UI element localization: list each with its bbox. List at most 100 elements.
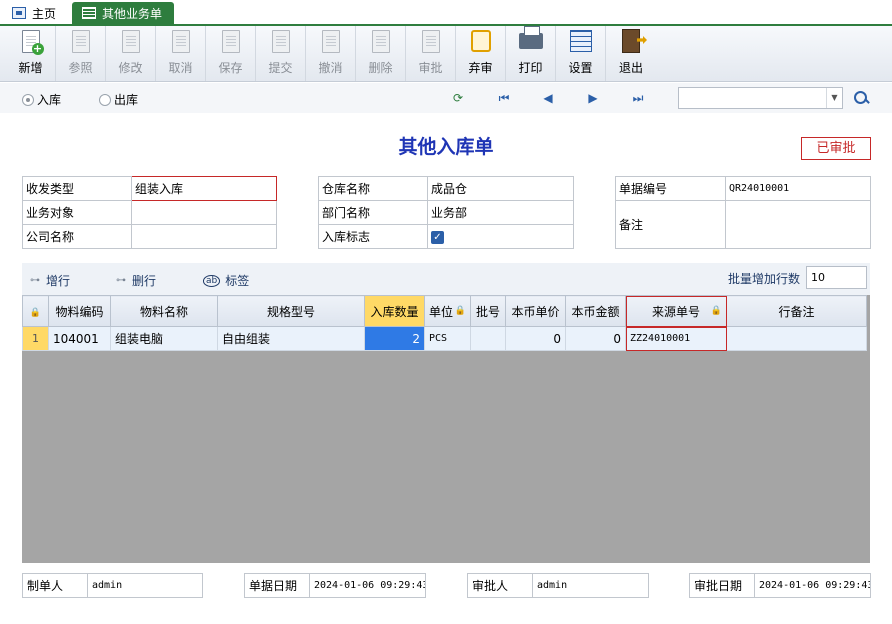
search-icon[interactable] [852, 89, 870, 107]
tag-button[interactable]: ab 标签 [203, 272, 249, 289]
edit-button[interactable]: 修改 [106, 26, 156, 81]
new-doc-icon: + [18, 27, 44, 55]
warehouse-label: 仓库名称 [318, 176, 428, 201]
department-label: 部门名称 [318, 200, 428, 225]
tag-icon: ab [203, 274, 221, 287]
first-record-icon[interactable]: ⏮ [496, 90, 512, 106]
col-amount[interactable]: 本币金额 [565, 295, 626, 327]
company-name-field[interactable] [131, 224, 277, 249]
receive-type-label: 收发类型 [22, 176, 132, 201]
home-icon [12, 7, 26, 19]
radio-out-label: 出库 [114, 93, 139, 107]
delete-button[interactable]: 删除 [356, 26, 406, 81]
chevron-down-icon[interactable]: ▼ [826, 88, 842, 108]
grid-header-row: 🔒 物料编码 物料名称 规格型号 入库数量 单位 🔒 批号 本币单价 本币金额 来… [22, 295, 867, 327]
receive-type-field[interactable]: 组装入库 [131, 176, 277, 201]
print-icon [518, 26, 544, 55]
table-row[interactable]: 1 104001 组装电脑 自由组装 2 PCS 0 0 ZZ24010001 [22, 326, 867, 351]
submit-button[interactable]: 提交 [256, 26, 306, 81]
row-selector-header[interactable]: 🔒 [22, 295, 49, 327]
maker-label: 制单人 [22, 573, 88, 598]
lock-icon: 🔒 [710, 306, 722, 316]
delete-row-label: 删行 [132, 274, 157, 288]
doc-number-label: 单据编号 [615, 176, 726, 201]
delete-row-button[interactable]: ⊶ 删行 [116, 272, 156, 289]
new-button[interactable]: + 新增 [6, 26, 56, 81]
col-unit-label: 单位 [429, 304, 454, 319]
warehouse-field[interactable]: 成品仓 [427, 176, 574, 201]
tag-label: 标签 [225, 274, 250, 288]
cancel-icon [168, 27, 194, 55]
save-icon [218, 27, 244, 55]
cell-batch[interactable] [470, 326, 506, 351]
approver-field: admin [532, 573, 649, 598]
cancel-button[interactable]: 取消 [156, 26, 206, 81]
refresh-icon[interactable]: ⟳ [450, 90, 466, 106]
page-title: 其他入库单 [398, 136, 494, 158]
add-row-label: 增行 [46, 274, 71, 288]
radio-out[interactable]: 出库 [99, 91, 138, 108]
cell-unit-price[interactable]: 0 [505, 326, 566, 351]
inbound-flag-cell: ✓ [427, 224, 574, 249]
doc-number-field[interactable]: QR24010001 [725, 176, 871, 201]
department-field[interactable]: 业务部 [427, 200, 574, 225]
inbound-flag-label: 入库标志 [318, 224, 428, 249]
batch-add-input[interactable]: 10 [806, 266, 867, 289]
maker-field: admin [87, 573, 203, 598]
radio-in-dot [22, 93, 34, 106]
col-spec[interactable]: 规格型号 [217, 295, 365, 327]
prev-record-icon[interactable]: ◀ [540, 90, 556, 106]
search-combo[interactable]: ▼ [678, 87, 843, 109]
col-batch[interactable]: 批号 [470, 295, 506, 327]
last-record-icon[interactable]: ⏭ [630, 90, 646, 106]
print-button[interactable]: 打印 [506, 26, 556, 81]
form-middle: 仓库名称 成品仓 部门名称 业务部 入库标志 ✓ [318, 176, 574, 249]
tab-home[interactable]: 主页 [4, 2, 64, 24]
cell-material-code[interactable]: 104001 [48, 326, 111, 351]
col-quantity[interactable]: 入库数量 [364, 295, 425, 327]
cell-line-remark[interactable] [726, 326, 867, 351]
batch-add-label: 批量增加行数 [728, 272, 801, 286]
unapprove-button[interactable]: 弃审 [456, 26, 506, 81]
radio-in[interactable]: 入库 [22, 91, 61, 108]
approve-icon [418, 27, 444, 55]
cell-source-no[interactable]: ZZ24010001 [625, 326, 727, 351]
approve-button[interactable]: 审批 [406, 26, 456, 81]
delete-icon [368, 27, 394, 55]
inbound-flag-checkbox[interactable]: ✓ [431, 230, 444, 244]
edit-icon [118, 27, 144, 55]
cell-material-name[interactable]: 组装电脑 [110, 326, 218, 351]
exit-button[interactable]: 退出 [606, 26, 656, 81]
footer-doc-date: 单据日期 2024-01-06 09:29:43 [244, 573, 426, 598]
revoke-button[interactable]: 撤消 [306, 26, 356, 81]
footer-approver: 审批人 admin [467, 573, 649, 598]
cell-quantity[interactable]: 2 [364, 326, 425, 351]
radio-in-label: 入库 [37, 93, 62, 107]
col-line-remark[interactable]: 行备注 [726, 295, 867, 327]
col-material-name[interactable]: 物料名称 [110, 295, 218, 327]
approver-label: 审批人 [467, 573, 533, 598]
remark-field[interactable] [725, 200, 871, 249]
save-button[interactable]: 保存 [206, 26, 256, 81]
doc-date-field: 2024-01-06 09:29:43 [309, 573, 426, 598]
col-unit-price[interactable]: 本币单价 [505, 295, 566, 327]
tab-other-business-label: 其他业务单 [102, 6, 163, 21]
delete-row-icon: ⊶ [116, 275, 126, 286]
settings-button[interactable]: 设置 [556, 26, 606, 81]
row-number[interactable]: 1 [22, 326, 49, 351]
cell-spec[interactable]: 自由组装 [217, 326, 365, 351]
cell-amount[interactable]: 0 [565, 326, 626, 351]
unapprove-icon [468, 27, 494, 55]
form-left: 收发类型 组装入库 业务对象 公司名称 [22, 176, 277, 249]
next-record-icon[interactable]: ▶ [585, 90, 601, 106]
add-row-icon: ⊶ [30, 275, 40, 286]
col-material-code[interactable]: 物料编码 [48, 295, 111, 327]
tab-other-business[interactable]: 其他业务单 [72, 2, 175, 24]
reference-button[interactable]: 参照 [56, 26, 106, 81]
business-object-field[interactable] [131, 200, 277, 225]
reference-icon [68, 27, 94, 55]
cell-unit[interactable]: PCS [424, 326, 471, 351]
add-row-button[interactable]: ⊶ 增行 [30, 272, 70, 289]
col-unit[interactable]: 单位 🔒 [424, 295, 471, 327]
col-source-no[interactable]: 来源单号 🔒 [625, 295, 727, 327]
